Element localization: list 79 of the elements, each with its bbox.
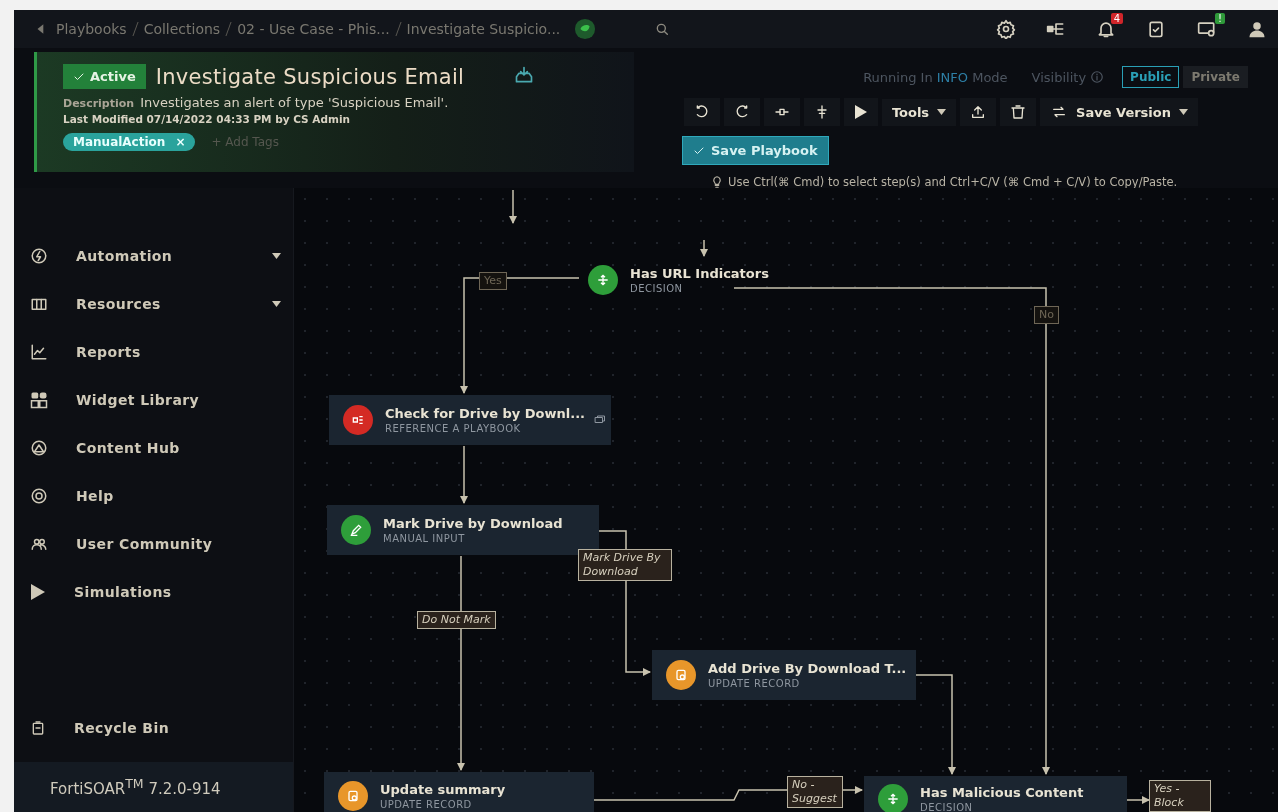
step-title: Mark Drive by Download bbox=[383, 516, 563, 531]
description-text: Investigates an alert of type 'Suspicious Email'. bbox=[140, 95, 449, 110]
step-title: Update summary bbox=[380, 782, 506, 797]
clipboard-icon[interactable] bbox=[1146, 19, 1166, 39]
copy-icon bbox=[593, 413, 608, 426]
sidebar-item[interactable]: Reports bbox=[14, 328, 293, 376]
upload-icon[interactable] bbox=[970, 104, 987, 120]
version-text: FortiSOAR$^{TM}$ 7.2.0-914 bbox=[14, 762, 293, 812]
edge-label: No bbox=[1034, 306, 1059, 324]
edge-label: Do Not Mark bbox=[417, 611, 496, 629]
lifebuoy-icon bbox=[30, 487, 48, 505]
sidebar-item[interactable]: Help bbox=[14, 472, 293, 520]
sidebar-item[interactable]: Widget Library bbox=[14, 376, 293, 424]
step-type: DECISION bbox=[630, 283, 684, 294]
description-label: Description bbox=[63, 97, 135, 110]
edge-label: Yes - Block bbox=[1149, 780, 1211, 812]
download-icon[interactable] bbox=[514, 65, 535, 85]
user-icon[interactable] bbox=[1248, 20, 1266, 38]
notification-badge: ! bbox=[1215, 13, 1225, 24]
tools-menu-button[interactable]: Tools bbox=[881, 98, 957, 126]
step-type: REFERENCE A PLAYBOOK bbox=[385, 423, 522, 434]
lightning-icon bbox=[30, 247, 48, 265]
sidebar-item[interactable]: Automation bbox=[14, 232, 293, 280]
visibility-option[interactable]: Public bbox=[1122, 66, 1180, 88]
connector-arrow bbox=[700, 239, 708, 257]
step-type: UPDATE RECORD bbox=[380, 799, 473, 810]
play-icon[interactable] bbox=[853, 104, 868, 120]
status-badge: Active bbox=[63, 64, 146, 89]
edge-label: Mark Drive By Download bbox=[578, 549, 672, 581]
step-type: MANUAL INPUT bbox=[383, 533, 466, 544]
step-title: Check for Drive by Downl... bbox=[385, 406, 586, 421]
visibility-option[interactable]: Private bbox=[1183, 66, 1248, 88]
playbook-title: Investigate Suspicious Email bbox=[155, 64, 465, 89]
playbook-step-node[interactable]: Check for Drive by Downl... REFERENCE A PLAYBOOK bbox=[329, 395, 611, 445]
sidebar-item[interactable]: User Community bbox=[14, 520, 293, 568]
bell-icon[interactable] bbox=[1096, 19, 1116, 39]
trash-icon[interactable] bbox=[1010, 104, 1027, 120]
caret-icon bbox=[272, 253, 281, 259]
breadcrumb-link[interactable]: Investigate Suspicio... bbox=[406, 21, 561, 37]
connector-arrow bbox=[1126, 796, 1150, 804]
save-version-button[interactable]: Save Version bbox=[1040, 98, 1198, 126]
mode-text: Running In INFO Mode bbox=[863, 69, 1008, 85]
step-type: UPDATE RECORD bbox=[708, 678, 801, 689]
playbook-step-node[interactable]: Has Malicious Content DECISION bbox=[864, 776, 1127, 812]
hub-icon bbox=[30, 439, 48, 457]
step-title: Has Malicious Content bbox=[920, 785, 1084, 800]
sidebar-item[interactable]: Content Hub bbox=[14, 424, 293, 472]
sidebar-item[interactable]: Simulations bbox=[14, 568, 293, 616]
visibility-label: Visibility bbox=[1031, 69, 1087, 85]
edge-label: No - Suggest bbox=[787, 776, 843, 808]
leaf-icon[interactable] bbox=[574, 18, 597, 40]
play-icon bbox=[30, 583, 46, 601]
connector-arrow bbox=[460, 445, 468, 504]
notification-badge: 4 bbox=[1110, 13, 1123, 24]
playbook-step-node[interactable]: Has URL Indicators DECISION bbox=[574, 260, 784, 300]
sidebar-item[interactable]: Resources bbox=[14, 280, 293, 328]
connector-arrow bbox=[509, 189, 517, 224]
step-title: Has URL Indicators bbox=[630, 266, 769, 281]
edge-label: Yes bbox=[479, 272, 507, 290]
playbook-step-node[interactable]: Update summary UPDATE RECORD bbox=[324, 772, 594, 812]
breadcrumb-link[interactable]: Playbooks bbox=[56, 21, 127, 37]
hint-text: Use Ctrl(⌘ Cmd) to select step(s) and Ctrl+C/V (⌘ Cmd + C/V) to Copy/Paste. bbox=[728, 175, 1178, 189]
lightbulb-icon bbox=[710, 175, 724, 189]
step-type: DECISION bbox=[920, 802, 974, 812]
settings-icon[interactable] bbox=[996, 19, 1016, 39]
step-title: Add Drive By Download T... bbox=[708, 661, 907, 676]
grid-icon bbox=[30, 391, 48, 409]
trash-icon bbox=[30, 719, 46, 737]
sidebar-item[interactable]: Recycle Bin bbox=[14, 704, 293, 752]
last-modified-text: Last Modified 07/14/2022 04:33 PM by CS Admin bbox=[63, 113, 351, 125]
breadcrumb-link[interactable]: Collections bbox=[143, 21, 221, 37]
search-icon[interactable] bbox=[654, 21, 671, 37]
breadcrumb-link[interactable]: 02 - Use Case - Phis... bbox=[237, 21, 390, 37]
caret-icon bbox=[937, 109, 947, 115]
playbook-step-node[interactable]: Add Drive By Download T... UPDATE RECORD bbox=[652, 650, 916, 700]
line-chart-icon bbox=[30, 343, 48, 361]
save-playbook-button[interactable]: Save Playbook bbox=[682, 136, 829, 165]
caret-icon bbox=[272, 301, 281, 307]
caret-icon bbox=[1179, 109, 1188, 115]
